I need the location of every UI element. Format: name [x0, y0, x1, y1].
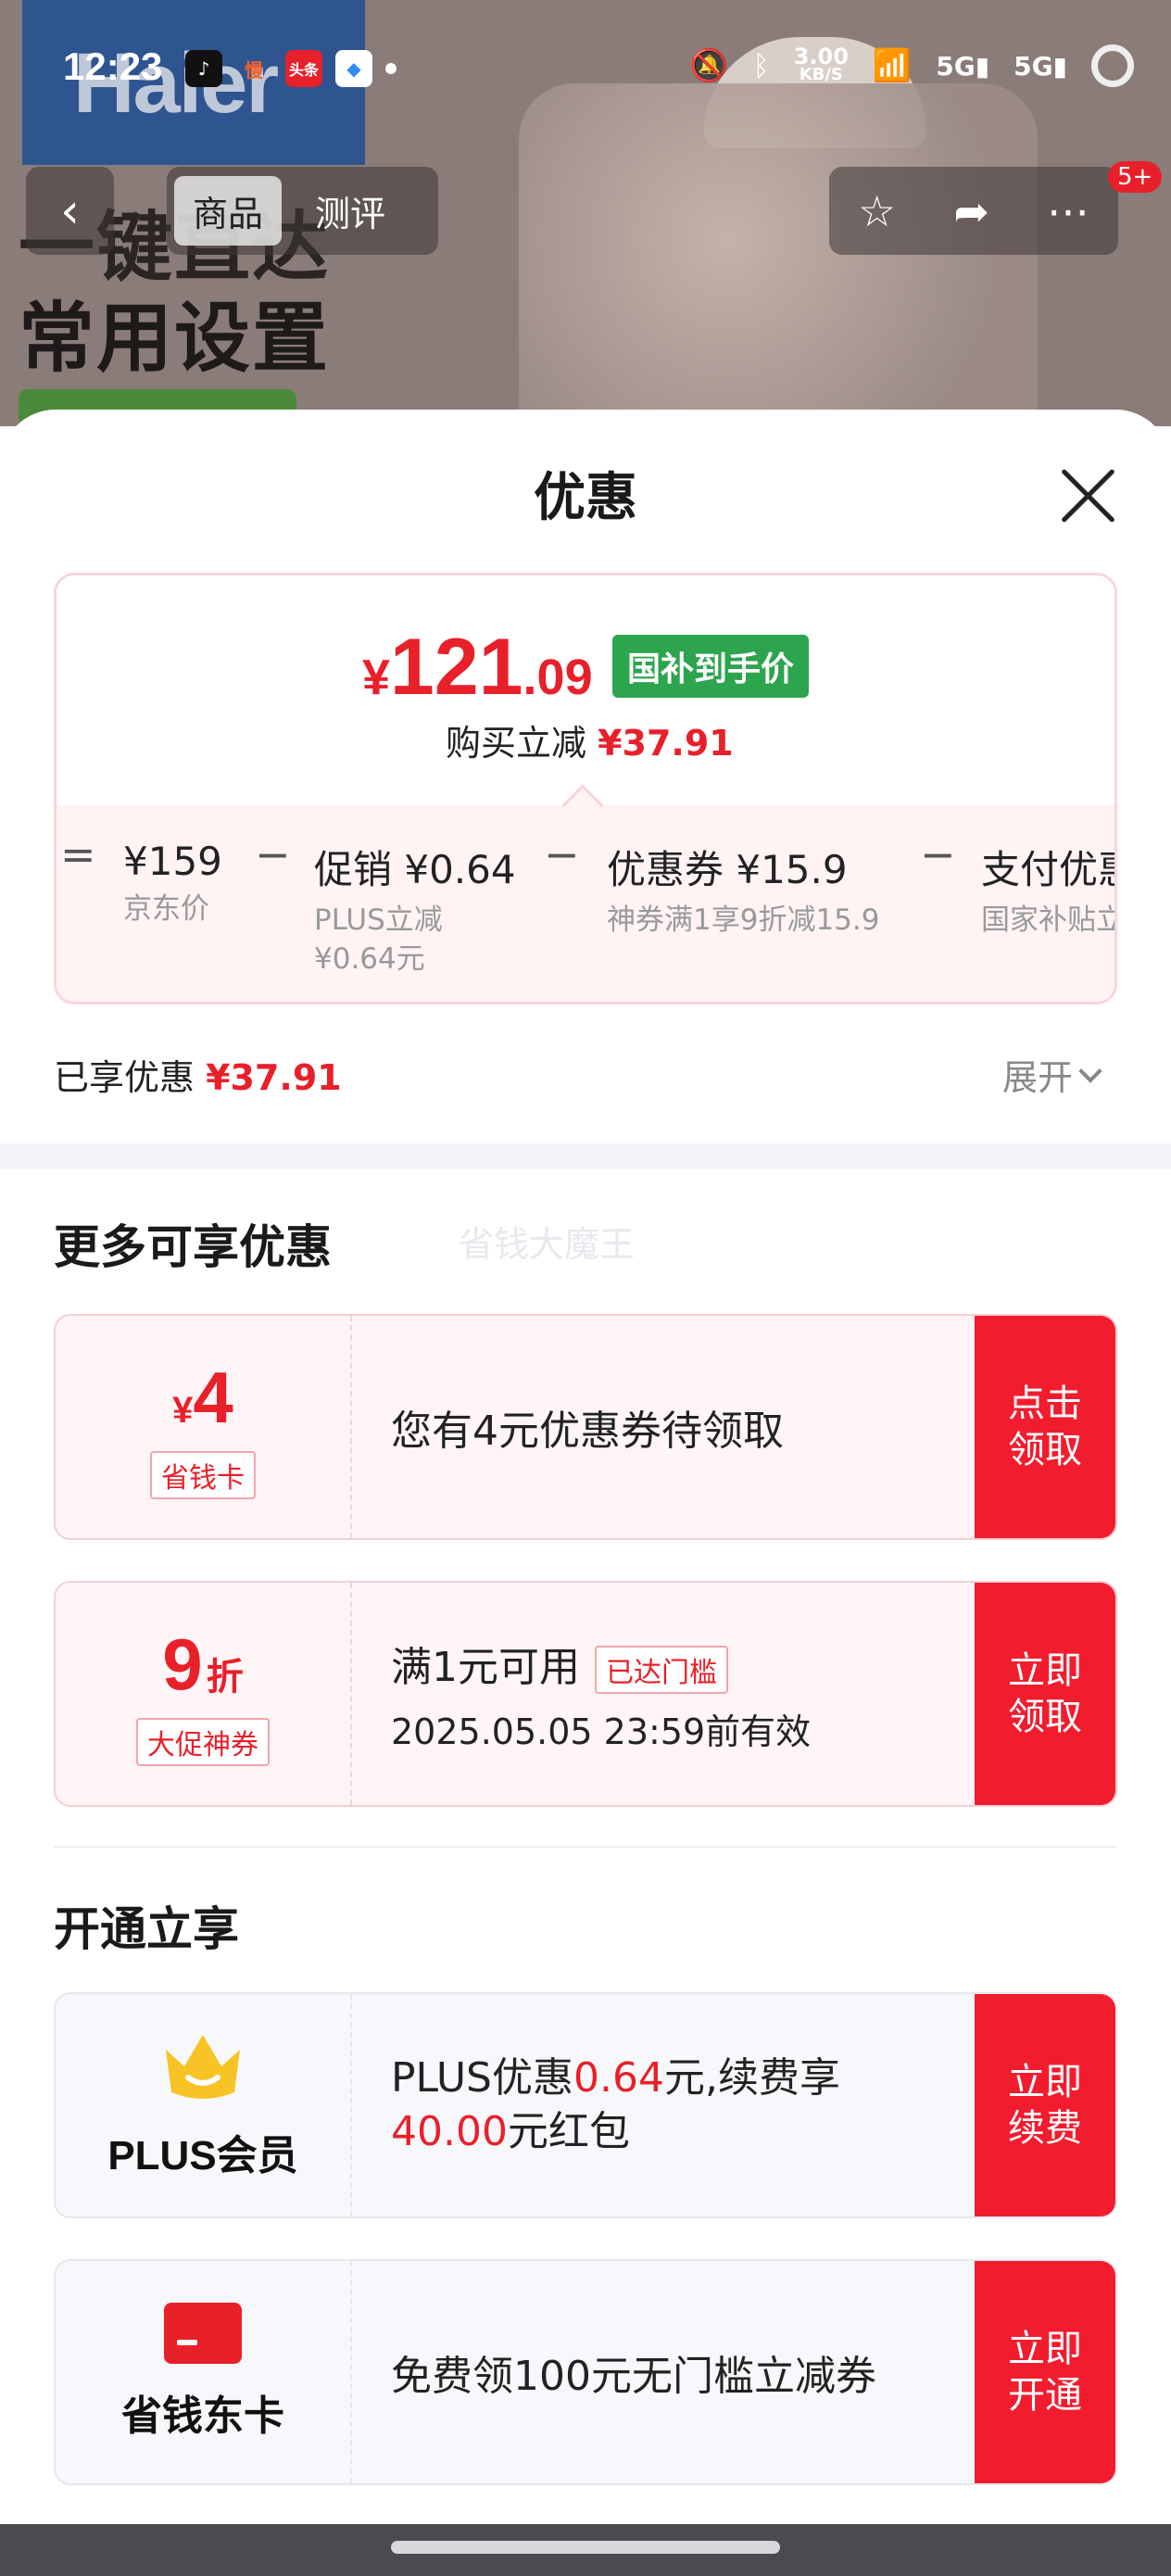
crown-icon: [166, 2035, 240, 2099]
plus-benefit-text: PLUS优惠0.64元,续费享 40.00元红包: [391, 2054, 840, 2155]
watermark-text: 省钱大魔王: [459, 1224, 636, 1265]
more-notifications-dot: [385, 63, 397, 74]
coupon-type-chip: 大促神券: [136, 1717, 270, 1766]
manga-app-icon: 慢: [245, 58, 263, 82]
breakdown-item-coupon: 优惠券 ¥15.9 神券满1享9折减15.9: [607, 847, 880, 937]
more-discounts-title: 更多可享优惠: [54, 1220, 332, 1274]
share-icon[interactable]: ➦: [953, 186, 989, 236]
product-tabs: 商品 测评: [167, 167, 438, 255]
signal-5g-icon: 5G▮: [936, 50, 990, 82]
savings-card-offer: 省钱东卡 免费领100元无门槛立减券 立即 开通: [54, 2259, 1117, 2485]
price-breakdown: = ¥159 京东价 − 促销 ¥0.64 PLUS立减 ¥0.64元 − 优惠…: [57, 805, 1117, 1002]
expand-button[interactable]: 展开: [1002, 1049, 1102, 1100]
breakdown-op: −: [544, 829, 580, 879]
section-divider: [0, 1143, 1171, 1169]
breakdown-item-jd-price: ¥159 京东价: [123, 839, 222, 926]
network-speed: 3.00 KB/S: [793, 44, 849, 84]
coupon-type-chip: 省钱卡: [150, 1450, 256, 1499]
breakdown-item-promo: 促销 ¥0.64 PLUS立减 ¥0.64元: [314, 847, 516, 976]
savings-card-badge: 省钱东卡: [56, 2261, 352, 2483]
favorite-star-icon[interactable]: ☆: [858, 186, 896, 236]
breakdown-op: =: [60, 829, 96, 879]
breakdown-op: −: [255, 829, 291, 879]
coupon-expiry: 2025.05.05 23:59前有效: [391, 1711, 812, 1752]
toutiao-icon: 头条: [285, 50, 322, 87]
product-top-nav: ‹ 商品 测评 ☆ ➦ ⋯ 5+: [0, 161, 1171, 259]
bluetooth-icon: ᛒ: [752, 49, 770, 82]
renew-plus-button[interactable]: 立即 续费: [975, 1994, 1115, 2216]
plus-member-badge: PLUS会员: [56, 1994, 352, 2216]
activate-card-button[interactable]: 立即 开通: [975, 2261, 1115, 2483]
browser-icon: ◆: [335, 50, 372, 87]
final-price: ¥ 121 .09: [362, 623, 593, 712]
home-indicator[interactable]: [391, 2541, 780, 2554]
breakdown-op: −: [920, 829, 956, 879]
battery-ring-icon: [1091, 44, 1134, 87]
tab-review[interactable]: 测评: [296, 176, 404, 246]
status-bar: 12:23 ♪ 慢 头条 ◆ 🔕 ᛒ 3.00 KB/S 📶 5G▮ 5G▮: [0, 0, 1171, 139]
wifi-icon: 📶: [872, 47, 913, 84]
coupon-amount-area: ¥ 4 省钱卡: [56, 1316, 352, 1538]
sheet-title: 优惠: [534, 468, 637, 528]
open-enjoy-title: 开通立享: [54, 1902, 239, 1956]
savings-card-text: 免费领100元无门槛立减券: [391, 2353, 876, 2400]
breakdown-item-payment: 支付优惠 国家补贴立: [981, 847, 1117, 937]
price-summary-box: ¥ 121 .09 国补到手价 购买立减 ¥37.91 = ¥159 京东价 −…: [54, 573, 1117, 1004]
coupon-description: 满1元可用 已达门槛 2025.05.05 23:59前有效: [391, 1644, 812, 1752]
system-gesture-bar: [0, 2524, 1171, 2576]
signal-5g-icon-2: 5G▮: [1014, 50, 1067, 82]
coupon-discount: 9 折: [162, 1623, 244, 1705]
close-icon[interactable]: [1056, 463, 1121, 528]
status-app-icons: ♪ 慢 头条 ◆: [185, 50, 397, 87]
claim-coupon-button[interactable]: 点击 领取: [975, 1316, 1115, 1538]
back-arrow-icon: ‹: [60, 183, 80, 239]
promo-text-line2: 常用设置: [19, 295, 331, 383]
instant-discount: 购买立减 ¥37.91: [446, 723, 734, 764]
status-time: 12:23: [63, 44, 163, 88]
threshold-reached-badge: 已达门槛: [595, 1646, 728, 1694]
coupon-card-promo: 9 折 大促神券 满1元可用 已达门槛 2025.05.05 23:59前有效 立…: [54, 1581, 1117, 1807]
nav-actions: ☆ ➦ ⋯: [829, 167, 1118, 255]
subsidy-price-tag: 国补到手价: [612, 635, 810, 698]
mute-icon: 🔕: [689, 47, 729, 84]
section-separator: [54, 1846, 1117, 1848]
tab-product[interactable]: 商品: [174, 176, 283, 246]
back-button[interactable]: ‹: [26, 167, 114, 255]
chevron-down-icon: [1078, 1058, 1102, 1083]
coupon-description: 您有4元优惠券待领取: [391, 1408, 784, 1455]
red-card-icon: [164, 2303, 242, 2364]
coupon-card-savings: ¥ 4 省钱卡 您有4元优惠券待领取 点击 领取: [54, 1314, 1117, 1540]
coupon-amount-area: 9 折 大促神券: [56, 1583, 352, 1805]
enjoyed-discount: 已享优惠 ¥37.91: [54, 1057, 342, 1098]
message-count-badge: 5+: [1108, 161, 1163, 193]
plus-member-card: PLUS会员 PLUS优惠0.64元,续费享 40.00元红包 立即 续费: [54, 1992, 1117, 2218]
tiktok-icon: ♪: [185, 50, 222, 87]
claim-coupon-button[interactable]: 立即 领取: [975, 1583, 1115, 1805]
coupon-amount: ¥ 4: [172, 1356, 233, 1438]
status-indicators: 🔕 ᛒ 3.00 KB/S 📶 5G▮ 5G▮: [689, 44, 1134, 87]
more-dots-icon[interactable]: ⋯: [1047, 186, 1089, 236]
